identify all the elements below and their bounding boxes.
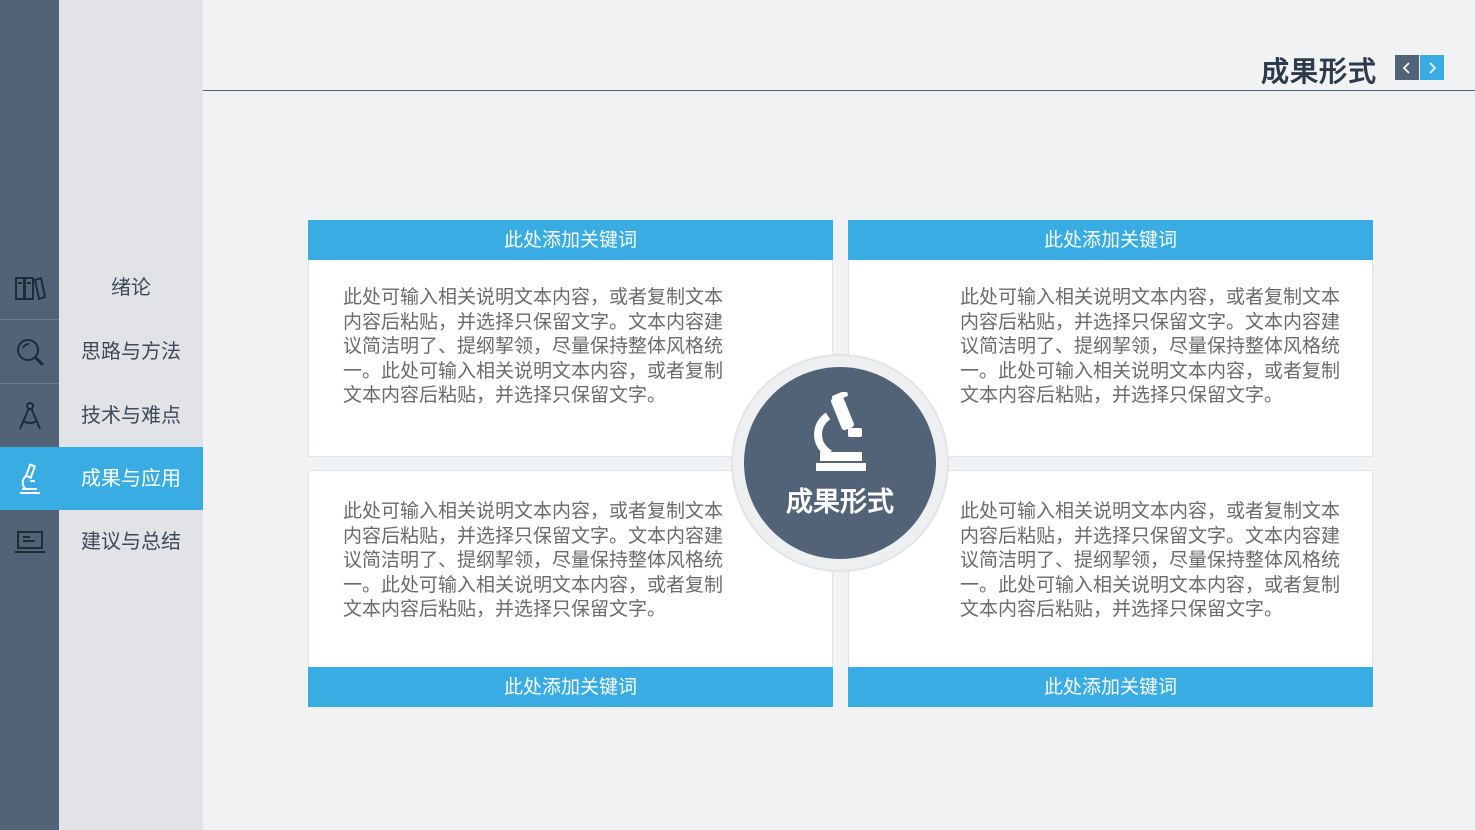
next-button[interactable] — [1420, 55, 1444, 80]
prev-button[interactable] — [1395, 55, 1419, 80]
microscope-icon — [814, 392, 866, 471]
sidebar-item-label: 成果与应用 — [81, 466, 181, 490]
sidebar-item-tech[interactable]: 技术与难点 — [0, 384, 203, 447]
page-title: 成果形式 — [1260, 55, 1377, 88]
magnifier-icon — [0, 320, 59, 383]
chevron-left-icon — [1402, 61, 1410, 74]
card-keyword: 此处添加关键词 — [308, 667, 833, 707]
card-body: 此处可输入相关说明文本内容，或者复制文本内容后粘贴，并选择只保留文字。文本内容建… — [960, 500, 1341, 620]
sidebar-item-label: 技术与难点 — [81, 403, 181, 427]
books-icon — [0, 256, 59, 319]
compass-icon — [0, 384, 59, 447]
card-body: 此处可输入相关说明文本内容，或者复制文本内容后粘贴，并选择只保留文字。文本内容建… — [960, 286, 1341, 406]
card-keyword: 此处添加关键词 — [848, 220, 1373, 260]
laptop-icon — [0, 510, 59, 573]
sidebar-item-summary[interactable]: 建议与总结 — [0, 510, 203, 573]
card-keyword: 此处添加关键词 — [308, 220, 833, 260]
card-keyword: 此处添加关键词 — [848, 667, 1373, 707]
sidebar-item-methods[interactable]: 思路与方法 — [0, 320, 203, 383]
sidebar-item-label: 思路与方法 — [81, 339, 181, 363]
center-title: 成果形式 — [786, 487, 894, 518]
card-body: 此处可输入相关说明文本内容，或者复制文本内容后粘贴，并选择只保留文字。文本内容建… — [343, 500, 724, 620]
microscope-icon — [0, 447, 59, 510]
sidebar-item-label: 绪论 — [111, 275, 151, 299]
sidebar-item-results[interactable]: 成果与应用 — [0, 447, 203, 510]
sidebar-item-intro[interactable]: 绪论 — [0, 256, 203, 319]
header-divider — [203, 90, 1475, 91]
card-body: 此处可输入相关说明文本内容，或者复制文本内容后粘贴，并选择只保留文字。文本内容建… — [343, 286, 724, 406]
sidebar-item-label: 建议与总结 — [81, 529, 181, 553]
chevron-right-icon — [1429, 61, 1437, 74]
